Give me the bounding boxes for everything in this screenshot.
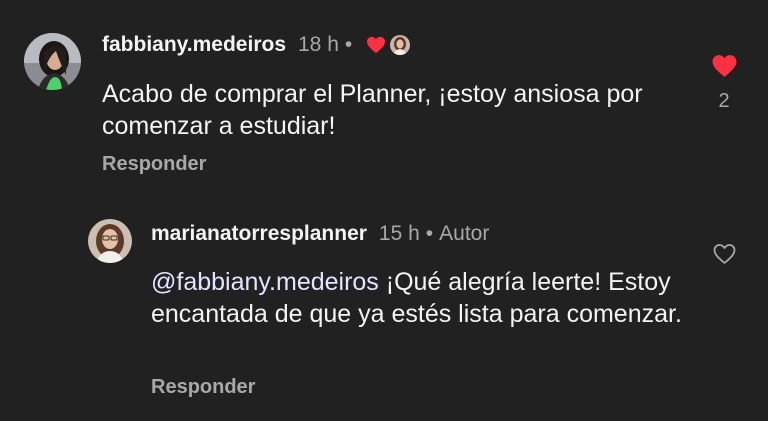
author-badge: Autor xyxy=(439,222,490,245)
comment-header: fabbiany.medeiros 18 h • xyxy=(102,32,411,58)
comment-item: fabbiany.medeiros 18 h • Acabo de compra… xyxy=(0,0,768,200)
avatar-image xyxy=(24,33,81,90)
liked-by-author xyxy=(366,35,411,55)
username[interactable]: marianatorresplanner xyxy=(151,222,367,246)
reply-button[interactable]: Responder xyxy=(102,153,206,176)
like-button[interactable] xyxy=(712,243,737,265)
mention-link[interactable]: @fabbiany.medeiros xyxy=(151,268,379,296)
like-button[interactable] xyxy=(711,54,738,78)
author-mini-avatar xyxy=(390,35,411,55)
heart-outline-icon xyxy=(713,244,736,264)
separator-dot: • xyxy=(425,222,434,245)
heart-filled-icon xyxy=(367,36,386,54)
separator-dot: • xyxy=(344,33,353,56)
comment-text: Acabo de comprar el Planner, ¡estoy ansi… xyxy=(102,80,643,140)
timestamp: 15 h xyxy=(378,222,420,245)
username[interactable]: fabbiany.medeiros xyxy=(102,33,286,57)
heart-filled-icon xyxy=(712,55,737,77)
avatar-image xyxy=(88,219,132,263)
reply-button[interactable]: Responder xyxy=(151,376,255,399)
avatar[interactable] xyxy=(88,219,132,263)
reply-item: marianatorresplanner 15 h • Autor @fabbi… xyxy=(0,200,768,421)
like-count: 2 xyxy=(718,90,730,112)
reply-text: @fabbiany.medeiros ¡Qué alegría leerte! … xyxy=(151,266,691,330)
reply-header: marianatorresplanner 15 h • Autor xyxy=(151,221,489,247)
avatar[interactable] xyxy=(24,33,81,90)
timestamp: 18 h xyxy=(298,33,339,56)
